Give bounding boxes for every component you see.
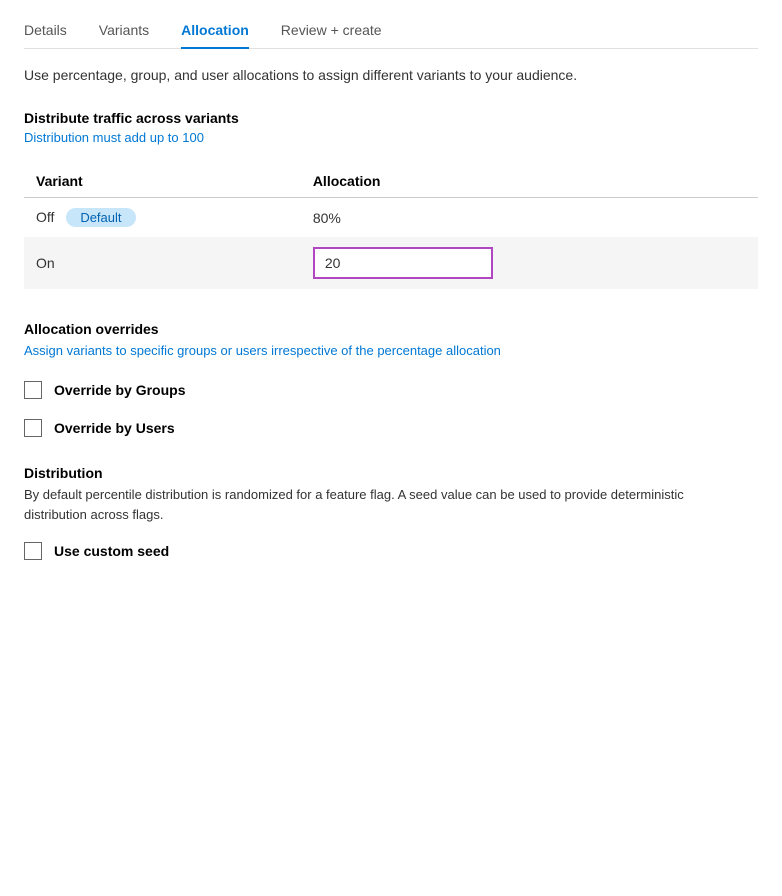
distribution-description: By default percentile distribution is ra… xyxy=(24,485,704,527)
tab-allocation[interactable]: Allocation xyxy=(181,12,249,48)
override-users-label: Override by Users xyxy=(54,420,175,436)
overrides-description: Assign variants to specific groups or us… xyxy=(24,341,758,361)
overrides-section: Allocation overrides Assign variants to … xyxy=(24,321,758,437)
custom-seed-row: Use custom seed xyxy=(24,542,758,560)
traffic-section: Distribute traffic across variants Distr… xyxy=(24,110,758,289)
allocation-on-cell xyxy=(301,237,758,289)
table-row: On xyxy=(24,237,758,289)
overrides-title: Allocation overrides xyxy=(24,321,758,337)
allocation-on-input[interactable] xyxy=(313,247,493,279)
allocation-off-value: 80% xyxy=(313,210,341,226)
tab-details[interactable]: Details xyxy=(24,12,67,48)
override-users-checkbox[interactable] xyxy=(24,419,42,437)
col-variant: Variant xyxy=(24,165,301,198)
override-groups-checkbox[interactable] xyxy=(24,381,42,399)
traffic-subtitle: Distribution must add up to 100 xyxy=(24,130,758,145)
override-groups-row: Override by Groups xyxy=(24,381,758,399)
override-users-row: Override by Users xyxy=(24,419,758,437)
override-groups-label: Override by Groups xyxy=(54,382,185,398)
table-row: Off Default 80% xyxy=(24,198,758,238)
allocation-off-cell: 80% xyxy=(301,198,758,238)
distribution-section: Distribution By default percentile distr… xyxy=(24,465,758,561)
col-allocation: Allocation xyxy=(301,165,758,198)
variant-off-label: Off xyxy=(36,209,54,225)
tab-variants[interactable]: Variants xyxy=(99,12,149,48)
tab-bar: Details Variants Allocation Review + cre… xyxy=(24,0,758,49)
page-description: Use percentage, group, and user allocati… xyxy=(24,65,758,86)
distribution-title: Distribution xyxy=(24,465,758,481)
traffic-title: Distribute traffic across variants xyxy=(24,110,758,126)
variant-off-cell: Off Default xyxy=(24,198,301,238)
tab-review-create[interactable]: Review + create xyxy=(281,12,382,48)
variant-table: Variant Allocation Off Default 80% On xyxy=(24,165,758,289)
variant-on-label: On xyxy=(36,255,55,271)
variant-on-cell: On xyxy=(24,237,301,289)
default-badge: Default xyxy=(66,208,135,227)
custom-seed-label: Use custom seed xyxy=(54,543,169,559)
custom-seed-checkbox[interactable] xyxy=(24,542,42,560)
